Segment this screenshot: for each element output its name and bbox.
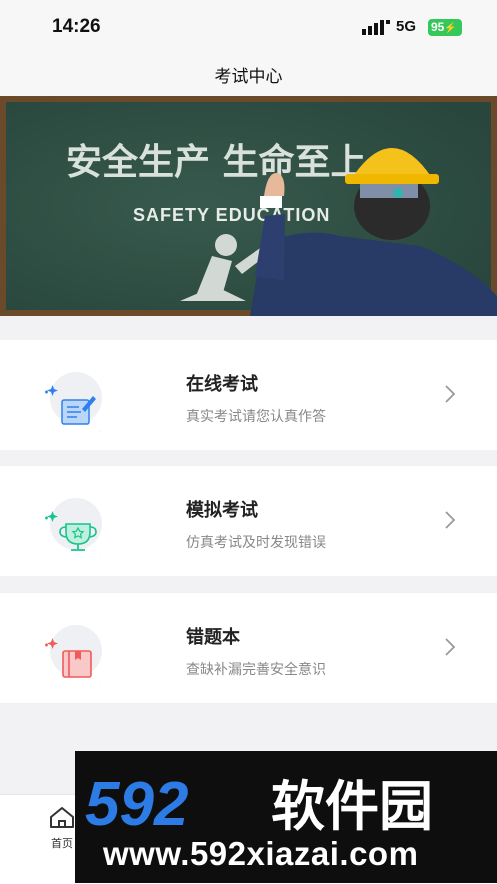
chevron-right-icon <box>445 385 456 403</box>
banner-headline: 安全生产 生命至上 <box>66 141 367 183</box>
banner-subline: SAFETY EDUCATION <box>133 205 330 225</box>
nav-bar: 考试中心 <box>0 52 497 96</box>
page-title: 考试中心 <box>214 67 283 87</box>
menu-card-mock-exam[interactable]: 模拟考试 仿真考试及时发现错误 <box>0 466 497 576</box>
menu-title: 在线考试 <box>186 374 258 395</box>
banner-image[interactable]: 安全生产 生命至上 SAFETY EDUCATION <box>0 96 497 316</box>
svg-text:软件园: 软件园 <box>271 775 433 835</box>
menu-title: 模拟考试 <box>186 500 258 521</box>
trophy-icon <box>42 488 112 558</box>
menu-card-wrong-answers[interactable]: 错题本 查缺补漏完善安全意识 <box>0 593 497 703</box>
chalkboard-illustration: 安全生产 生命至上 SAFETY EDUCATION <box>0 96 497 316</box>
menu-subtitle: 仿真考试及时发现错误 <box>186 535 326 551</box>
watermark-url: www.592xiazai.com <box>103 835 419 872</box>
chevron-right-icon <box>445 511 456 529</box>
watermark-overlay: 592 软件园 www.592xiazai.com <box>75 751 497 883</box>
menu-subtitle: 查缺补漏完善安全意识 <box>186 662 326 678</box>
network-type: 5G <box>396 18 417 35</box>
signal-icon <box>362 20 390 35</box>
menu-subtitle: 真实考试请您认真作答 <box>186 409 326 425</box>
battery-icon: 95⚡ <box>428 19 462 36</box>
battery-level: 95 <box>431 20 445 34</box>
book-icon <box>42 615 112 685</box>
status-time: 14:26 <box>52 16 101 37</box>
notepad-edit-icon <box>42 362 112 432</box>
menu-title: 错题本 <box>186 627 240 648</box>
home-icon <box>50 807 74 828</box>
site-logo: 592 软件园 <box>85 770 433 835</box>
menu-card-online-exam[interactable]: 在线考试 真实考试请您认真作答 <box>0 340 497 450</box>
status-bar: 14:26 5G 95⚡ <box>0 0 497 52</box>
svg-text:592: 592 <box>85 770 188 835</box>
chevron-right-icon <box>445 638 456 656</box>
